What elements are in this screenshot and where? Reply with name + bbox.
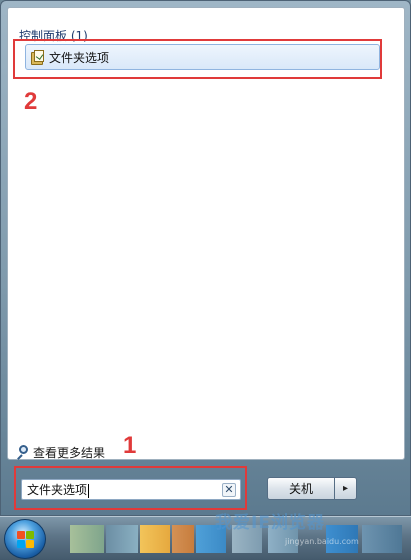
taskbar-item[interactable] [362, 525, 402, 553]
windows-logo-icon [17, 531, 35, 549]
annotation-box-search [14, 466, 247, 510]
watermark-text: 我爱IE浏览器 [215, 513, 325, 533]
see-more-results-label: 查看更多结果 [33, 445, 106, 460]
annotation-number-1: 1 [123, 432, 137, 459]
annotation-box-result [13, 39, 382, 79]
shutdown-button-group: 关机 ▸ [267, 477, 357, 500]
start-button[interactable] [4, 519, 46, 559]
shutdown-options-button[interactable]: ▸ [335, 477, 357, 500]
see-more-results-link[interactable]: 查看更多结果 [16, 444, 105, 460]
watermark-url: jingyan.baidu.com [285, 537, 359, 546]
taskbar-item[interactable] [70, 525, 104, 553]
shutdown-button[interactable]: 关机 [267, 477, 335, 500]
taskbar-item[interactable] [172, 525, 194, 553]
search-icon [16, 445, 30, 460]
taskbar-item[interactable] [140, 525, 170, 553]
taskbar-item[interactable] [106, 525, 138, 553]
annotation-number-2: 2 [24, 88, 38, 115]
